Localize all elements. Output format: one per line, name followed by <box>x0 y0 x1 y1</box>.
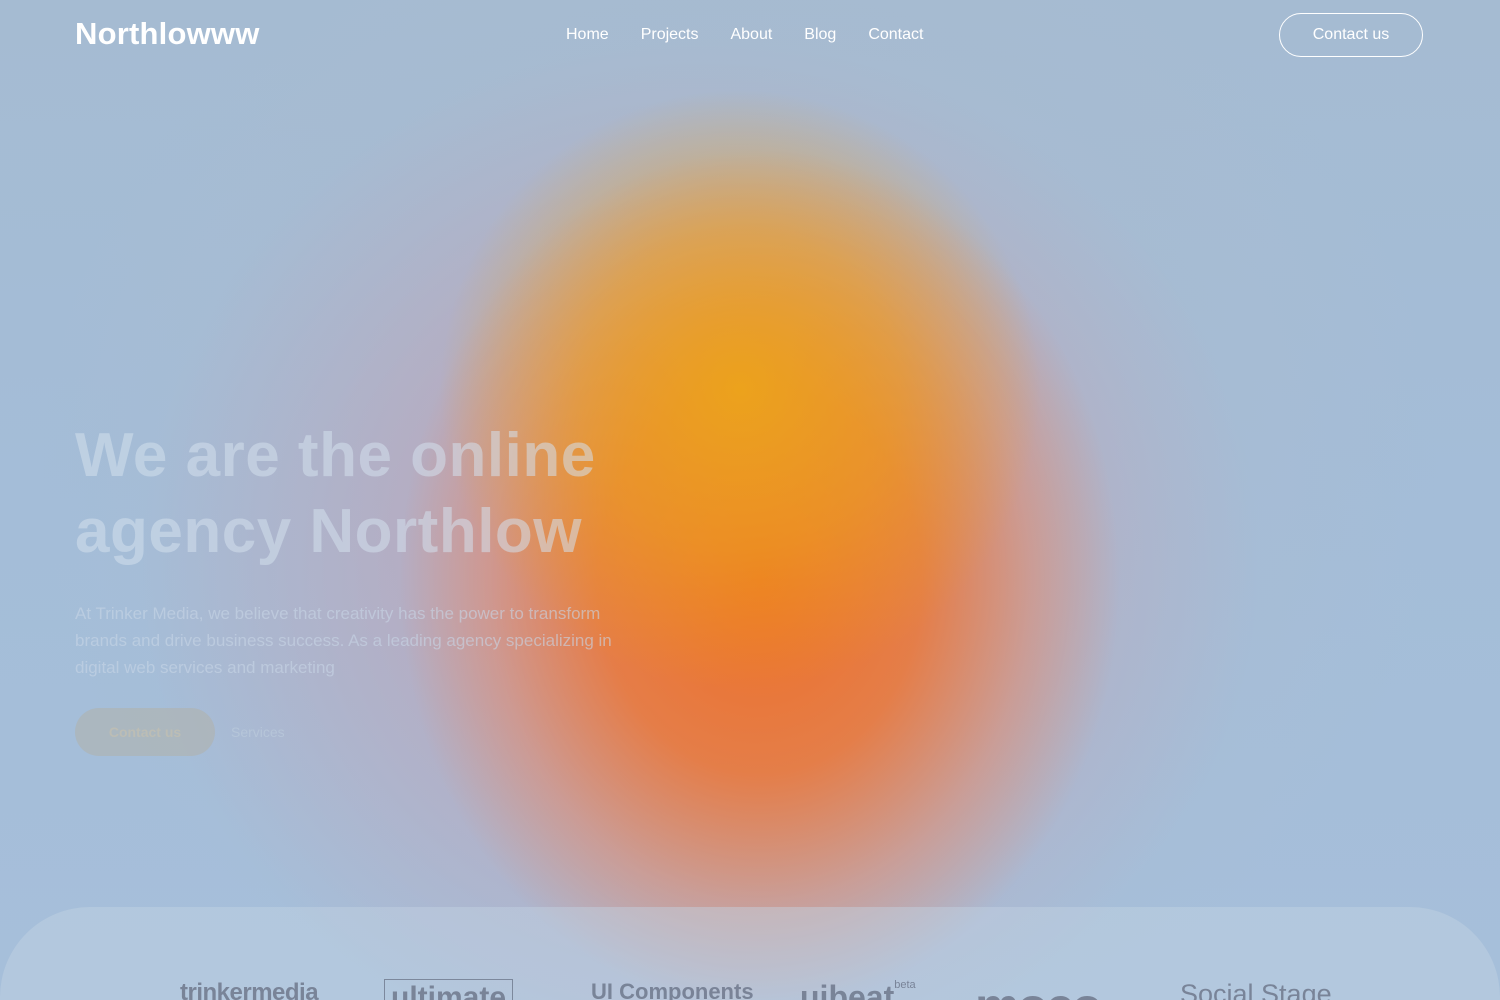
partner-logo-trinkermedia: trinkermedia <box>180 979 319 1000</box>
nav-blog[interactable]: Blog <box>804 26 836 44</box>
nav-contact[interactable]: Contact <box>868 26 923 44</box>
partner-logos-strip: trinkermedia ultimate UI Components ujbe… <box>0 907 1500 1000</box>
nav-projects[interactable]: Projects <box>641 26 699 44</box>
partner-logo-social-stage: Social Stage <box>1180 979 1332 1000</box>
partner-logo-ujbeat: ujbeatbeta <box>800 979 916 1000</box>
partner-logo-ui-components: UI Components <box>591 979 754 1000</box>
main-nav: Home Projects About Blog Contact <box>566 26 923 44</box>
site-header: Northlowww Home Projects About Blog Cont… <box>0 0 1500 72</box>
hero-section: We are the online agency Northlow At Tri… <box>75 418 695 756</box>
hero-description: At Trinker Media, we believe that creati… <box>75 604 612 677</box>
nav-home[interactable]: Home <box>566 26 609 44</box>
hero-actions: Contact us Services <box>75 708 285 756</box>
hero-title: We are the online agency Northlow <box>75 418 695 570</box>
hero-title-line-2: agency Northlow <box>75 497 583 566</box>
hero-contact-button[interactable]: Contact us <box>75 708 215 756</box>
header-contact-button[interactable]: Contact us <box>1279 13 1423 57</box>
brand-logo[interactable]: Northlowww <box>75 16 260 52</box>
partner-logo-ultimate: ultimate <box>384 979 514 1000</box>
beta-tag: beta <box>894 979 916 992</box>
services-link[interactable]: Services <box>231 724 285 740</box>
partner-logo-ujbeat-text: ujbeat <box>800 979 895 1000</box>
hero-title-line-1: We are the online <box>75 421 596 490</box>
partner-logo-moco: moco <box>975 981 1102 1000</box>
nav-about[interactable]: About <box>730 26 772 44</box>
